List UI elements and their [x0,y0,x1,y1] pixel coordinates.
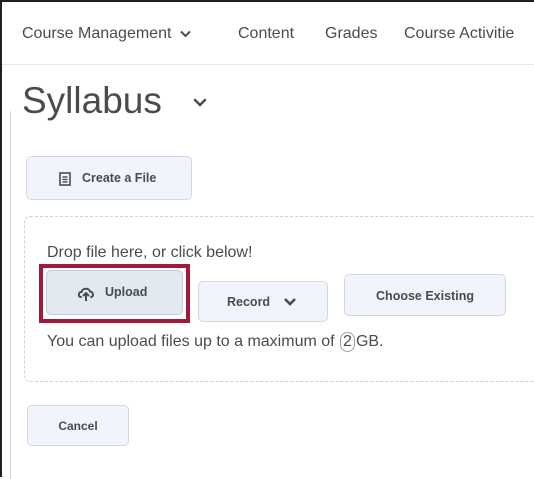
nav-course-activities[interactable]: Course Activitie [404,24,514,44]
choose-existing-label: Choose Existing [376,289,474,303]
chevron-down-icon [180,30,191,38]
nav-content[interactable]: Content [238,24,294,44]
upload-limit-text: You can upload files up to a maximum of … [47,332,384,352]
course-navbar: Course Management Content Grades Course … [2,2,534,65]
limit-unit: GB. [355,333,384,350]
create-file-label: Create a File [82,171,157,185]
file-icon [59,172,71,186]
nav-course-management[interactable]: Course Management [22,24,191,44]
page-title: Syllabus [22,80,162,121]
chevron-down-icon [284,298,296,306]
nav-course-management-label: Course Management [22,25,172,42]
limit-value: 2 [340,332,355,352]
record-button[interactable]: Record [198,281,328,322]
left-divider [10,111,11,479]
record-label: Record [227,295,271,309]
choose-existing-button[interactable]: Choose Existing [344,274,506,316]
page-frame: Course Management Content Grades Course … [0,0,534,479]
chevron-down-icon[interactable] [192,96,208,110]
upload-button[interactable]: Upload [46,270,183,315]
nav-grades[interactable]: Grades [325,24,377,44]
create-file-button[interactable]: Create a File [26,156,192,200]
cloud-upload-icon [77,287,94,301]
cancel-label: Cancel [58,419,98,433]
drop-prompt: Drop file here, or click below! [47,244,253,261]
upload-label: Upload [105,285,148,299]
cancel-button[interactable]: Cancel [27,405,129,446]
limit-prefix: You can upload files up to a maximum of [47,333,335,350]
